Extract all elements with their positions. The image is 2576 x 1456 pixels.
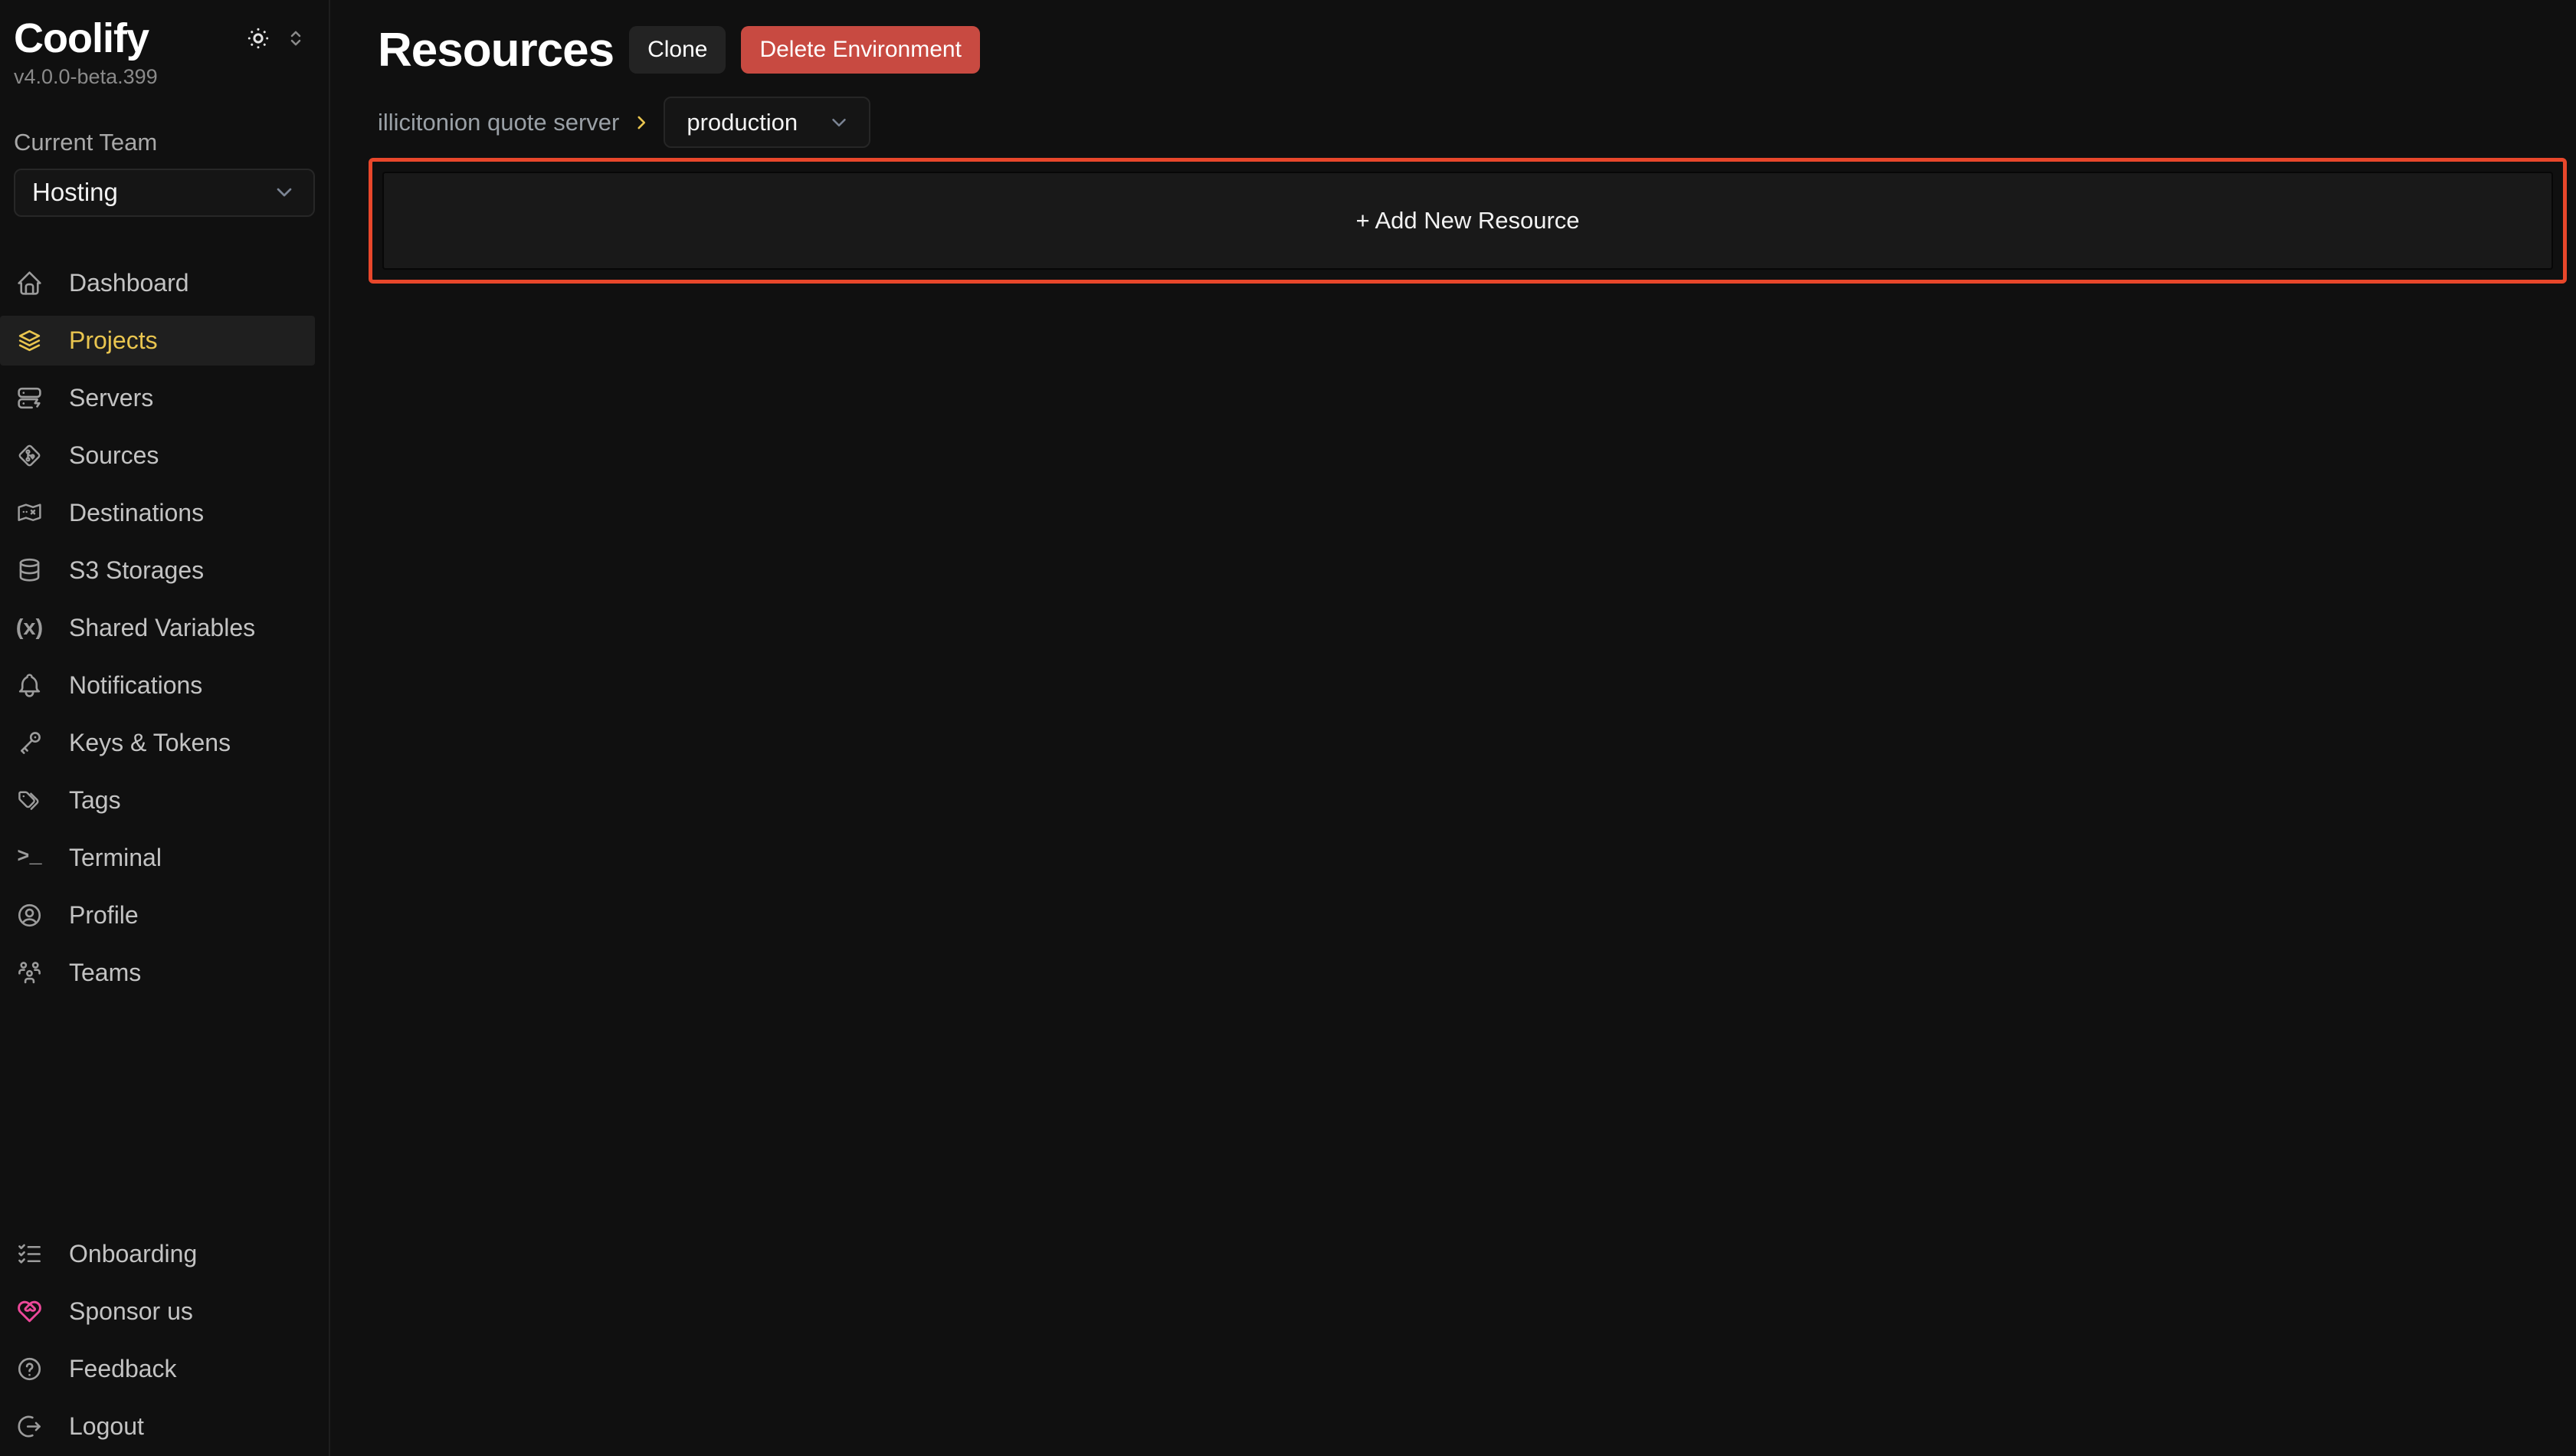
sidebar-item-sponsor-us[interactable]: Sponsor us <box>0 1287 315 1336</box>
sidebar-item-sources[interactable]: Sources <box>0 431 315 480</box>
sidebar-item-label: Sources <box>69 441 159 470</box>
delete-environment-button[interactable]: Delete Environment <box>741 26 979 74</box>
sidebar-item-keys-tokens[interactable]: Keys & Tokens <box>0 718 315 768</box>
chevron-updown-icon <box>284 27 307 50</box>
sidebar-item-label: Sponsor us <box>69 1297 193 1326</box>
app-version: v4.0.0-beta.399 <box>0 64 329 89</box>
sidebar-item-label: Destinations <box>69 499 204 527</box>
page-title: Resources <box>378 23 614 77</box>
sidebar-item-s3-storages[interactable]: S3 Storages <box>0 546 315 595</box>
server-icon <box>15 384 44 412</box>
sidebar-item-label: Projects <box>69 326 158 355</box>
sidebar-item-servers[interactable]: Servers <box>0 373 315 423</box>
environment-select[interactable]: production <box>664 97 870 148</box>
current-team-value: Hosting <box>32 178 118 207</box>
sidebar-item-label: Keys & Tokens <box>69 729 231 757</box>
sidebar-item-label: Profile <box>69 901 139 930</box>
sidebar-item-destinations[interactable]: Destinations <box>0 488 315 538</box>
sidebar-item-label: Dashboard <box>69 269 189 297</box>
sidebar-item-label: Shared Variables <box>69 614 255 642</box>
add-new-resource-button[interactable]: + Add New Resource <box>382 172 2553 270</box>
clone-button[interactable]: Clone <box>629 26 726 74</box>
sidebar-nav: Dashboard Projects Servers <box>0 258 329 998</box>
environment-value: production <box>687 109 798 136</box>
checklist-icon <box>15 1240 44 1268</box>
bell-icon <box>15 671 44 700</box>
sidebar-item-label: Feedback <box>69 1355 177 1383</box>
layers-icon <box>15 326 44 355</box>
highlight-outline: + Add New Resource <box>369 158 2567 284</box>
terminal-icon: >_ <box>15 844 44 872</box>
sidebar-item-label: S3 Storages <box>69 556 204 585</box>
sidebar-item-label: Teams <box>69 959 141 987</box>
sidebar-item-teams[interactable]: Teams <box>0 948 315 998</box>
sidebar-item-onboarding[interactable]: Onboarding <box>0 1229 315 1279</box>
sidebar-item-terminal[interactable]: >_ Terminal <box>0 833 315 883</box>
current-team-label: Current Team <box>0 129 329 156</box>
breadcrumb: illicitonion quote server production <box>378 97 2567 148</box>
sidebar-item-label: Onboarding <box>69 1240 197 1268</box>
sidebar-item-shared-variables[interactable]: (x) Shared Variables <box>0 603 315 653</box>
sidebar-item-label: Terminal <box>69 844 162 872</box>
git-diamond-icon <box>15 441 44 470</box>
user-circle-icon <box>15 901 44 930</box>
sidebar-item-feedback[interactable]: Feedback <box>0 1344 315 1394</box>
parentheses-x-icon: (x) <box>15 614 44 642</box>
map-icon <box>15 499 44 527</box>
chevron-down-icon <box>828 111 850 134</box>
sidebar-header: Coolify <box>0 14 329 64</box>
home-icon <box>15 269 44 297</box>
chevron-right-icon <box>631 113 651 133</box>
heart-hands-icon <box>15 1297 44 1326</box>
sidebar-item-label: Servers <box>69 384 153 412</box>
logout-icon <box>15 1412 44 1441</box>
sidebar-item-label: Tags <box>69 786 121 815</box>
tag-icon <box>15 786 44 815</box>
breadcrumb-project-link[interactable]: illicitonion quote server <box>378 109 619 136</box>
sidebar-spacer <box>0 998 329 1229</box>
add-new-resource-label: + Add New Resource <box>1355 207 1579 234</box>
sidebar-item-label: Notifications <box>69 671 202 700</box>
sidebar-footer-nav: Onboarding Sponsor us Feedback <box>0 1229 329 1451</box>
sidebar-item-dashboard[interactable]: Dashboard <box>0 258 315 308</box>
page-header: Resources Clone Delete Environment <box>378 26 2567 74</box>
help-circle-icon <box>15 1355 44 1383</box>
sidebar-item-profile[interactable]: Profile <box>0 890 315 940</box>
theme-toggle-button[interactable] <box>244 25 272 52</box>
sidebar-item-label: Logout <box>69 1412 144 1441</box>
sidebar-item-projects[interactable]: Projects <box>0 316 315 366</box>
sidebar-item-logout[interactable]: Logout <box>0 1402 315 1451</box>
database-icon <box>15 556 44 585</box>
chevron-down-icon <box>272 180 297 205</box>
key-icon <box>15 729 44 757</box>
sun-icon <box>244 25 272 52</box>
main-content: Resources Clone Delete Environment illic… <box>330 0 2576 1456</box>
sidebar-item-notifications[interactable]: Notifications <box>0 661 315 710</box>
version-switcher-control[interactable] <box>284 27 307 50</box>
current-team-select[interactable]: Hosting <box>14 169 315 217</box>
sidebar: Coolify v4.0.0-beta.399 Current Tea <box>0 0 330 1456</box>
sidebar-item-tags[interactable]: Tags <box>0 776 315 825</box>
users-icon <box>15 959 44 987</box>
app-title: Coolify <box>14 14 149 64</box>
